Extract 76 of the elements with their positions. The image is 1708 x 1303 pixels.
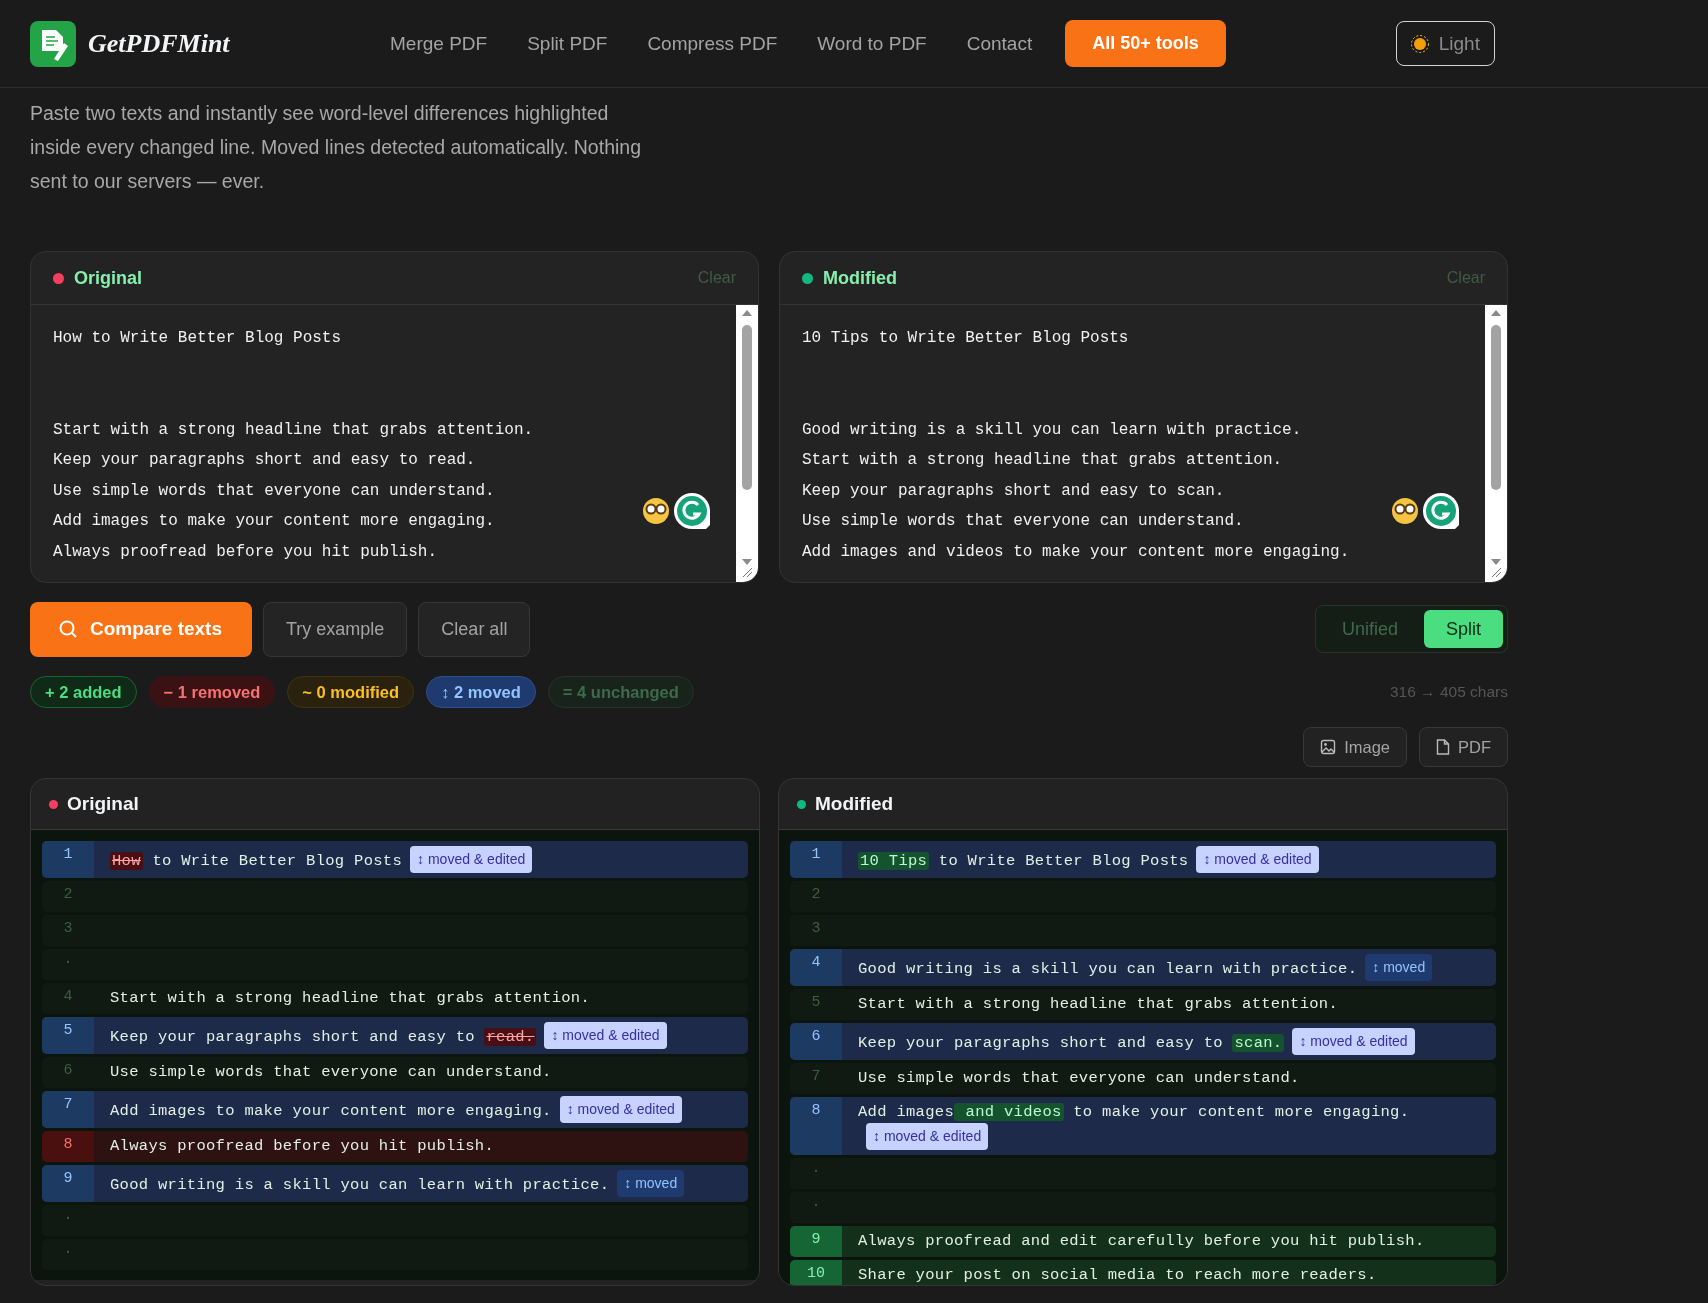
panel-title: Original <box>67 793 139 815</box>
status-tag: ↕ moved & edited <box>559 1096 682 1123</box>
status-tag: ↕ moved & edited <box>410 846 533 873</box>
line-text: Start with a strong headline that grabs attention. <box>110 989 591 1007</box>
status-tag: ↕ moved <box>617 1170 685 1197</box>
nav-link[interactable]: Contact <box>966 32 1033 55</box>
line-number: 9 <box>42 1165 94 1202</box>
line-text: Use simple words that everyone can understand. <box>110 1063 552 1081</box>
status-tag: ↕ moved & edited <box>866 1123 989 1150</box>
logo-text[interactable]: GetPDFMint <box>88 28 230 59</box>
status-tag: ↕ moved <box>1365 954 1433 981</box>
line-text: Always proofread before you hit publish. <box>110 1137 495 1155</box>
line-number: 9 <box>790 1226 842 1257</box>
document-icon <box>1436 739 1450 755</box>
line-text: 10 Tips to Write Better Blog Posts <box>858 852 1189 870</box>
nav-link[interactable]: Word to PDF <box>817 32 927 55</box>
line-number: 1 <box>42 841 94 878</box>
status-tag: ↕ moved & edited <box>1292 1028 1415 1055</box>
stat-badge: + 2 added <box>30 676 137 708</box>
text-input-field[interactable]: 10 Tips to Write Better Blog Posts Good writing is a skill you can learn with practice. Start with a strong headline that grabs attention. Keep your paragraphs short and easy to scan. Use simple words that everyone can understand. Add images and videos to make your content more engaging. <box>780 305 1485 582</box>
assistant-icon[interactable] <box>1421 491 1461 531</box>
nav-link[interactable]: Merge PDF <box>390 32 488 55</box>
nav-link[interactable]: Split PDF <box>527 32 608 55</box>
image-icon <box>1320 739 1337 755</box>
export-button[interactable]: PDF <box>1419 727 1508 767</box>
line-text: Share your post on social media to reach more readers. <box>858 1266 1377 1284</box>
line-text: Keep your paragraphs short and easy to scan. <box>858 1034 1285 1052</box>
stat-badge: − 1 removed <box>148 676 276 708</box>
clear-all-button[interactable]: Clear all <box>418 601 531 657</box>
scroll-up-icon[interactable] <box>1490 309 1502 317</box>
line-number: 10 <box>790 1260 842 1285</box>
editor-title: Modified <box>823 267 898 289</box>
emoji-icon[interactable] <box>1391 497 1419 525</box>
stat-badge: = 4 unchanged <box>547 676 694 708</box>
theme-toggle-button[interactable]: Light <box>1395 21 1495 66</box>
scroll-up-icon[interactable] <box>741 309 753 317</box>
line-number: 1 <box>790 841 842 878</box>
line-text: Good writing is a skill you can learn with practice. <box>110 1176 610 1194</box>
line-text: Add images to make your content more engaging. <box>110 1102 552 1120</box>
logo-icon[interactable] <box>30 20 76 67</box>
view-tab[interactable]: Split <box>1424 610 1503 648</box>
line-text: Start with a strong headline that grabs attention. <box>858 995 1339 1013</box>
emoji-icon[interactable] <box>642 497 670 525</box>
line-text: How to Write Better Blog Posts <box>110 852 403 870</box>
scrollbar[interactable] <box>736 305 758 582</box>
resize-handle-icon[interactable] <box>741 566 753 578</box>
line-number: 6 <box>790 1023 842 1060</box>
scrollbar[interactable] <box>1485 305 1507 582</box>
scroll-down-icon[interactable] <box>1490 558 1502 566</box>
assistant-icon[interactable] <box>672 491 712 531</box>
editor-title: Original <box>74 267 143 289</box>
stat-badge: ↕ 2 moved <box>426 676 536 708</box>
resize-handle-icon[interactable] <box>1490 566 1502 578</box>
char-count: 316 → 405 chars <box>1389 683 1508 701</box>
nav-link[interactable]: Compress PDF <box>647 32 778 55</box>
line-text: Good writing is a skill you can learn with practice. <box>858 960 1358 978</box>
panel-title: Modified <box>815 793 894 815</box>
line-text: Always proofread and edit carefully before you hit publish. <box>858 1232 1425 1250</box>
sun-icon <box>1410 34 1429 53</box>
export-button[interactable]: Image <box>1303 727 1407 767</box>
line-number: 7 <box>42 1091 94 1128</box>
line-text: Keep your paragraphs short and easy to read. <box>110 1028 537 1046</box>
search-icon <box>58 619 78 639</box>
stat-badge: ~ 0 modified <box>287 676 415 708</box>
line-number: 5 <box>42 1017 94 1054</box>
scroll-down-icon[interactable] <box>741 558 753 566</box>
text-input-field[interactable]: How to Write Better Blog Posts Start with a strong headline that grabs attention. Keep your paragraphs short and easy to read. Use simple words that everyone can understand. Add images to make your content more engaging. Always proofread before you hit publish. <box>31 305 736 582</box>
status-tag: ↕ moved & edited <box>1196 846 1319 873</box>
line-text: Use simple words that everyone can understand. <box>858 1069 1300 1087</box>
line-number: 4 <box>790 949 842 986</box>
line-number: 8 <box>790 1097 842 1155</box>
intro-paragraph: Paste two texts and instantly see word-level differences highlighted inside every changed line. Moved lines detected automatically. Nothing sent to our servers — ever. <box>30 101 642 194</box>
line-number: 8 <box>42 1131 94 1162</box>
status-tag: ↕ moved & edited <box>544 1022 667 1049</box>
try-example-button[interactable]: Try example <box>263 601 408 657</box>
line-text: Add images and videos to make your content more engaging. <box>858 1103 1410 1121</box>
